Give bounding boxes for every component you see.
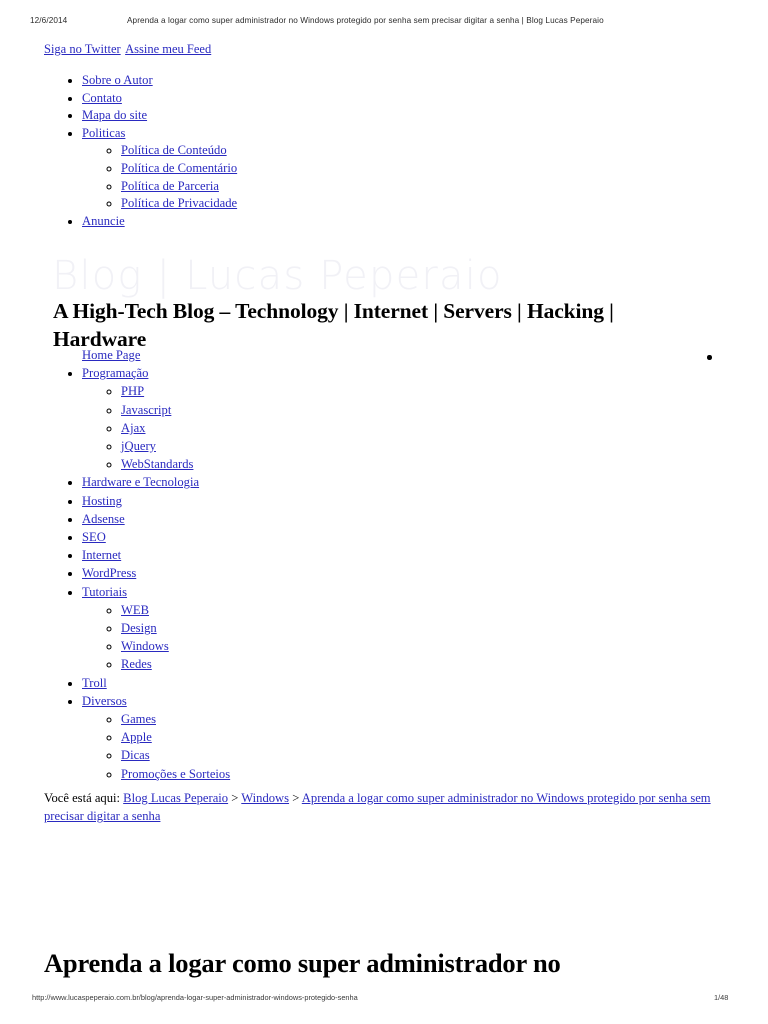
utility-nav-link[interactable]: Politicas bbox=[82, 126, 125, 140]
main-nav-subitem-design[interactable]: Design bbox=[121, 619, 230, 637]
breadcrumb-link-windows[interactable]: Windows bbox=[241, 791, 289, 805]
main-nav-sublink[interactable]: WEB bbox=[121, 603, 149, 617]
social-links-bar: Siga no Twitter Assine meu Feed bbox=[44, 42, 213, 57]
print-header-title: Aprenda a logar como super administrador… bbox=[127, 16, 604, 25]
main-nav-subitem-redes[interactable]: Redes bbox=[121, 655, 230, 673]
main-nav-sublink[interactable]: WebStandards bbox=[121, 457, 193, 471]
main-nav-sublink[interactable]: Redes bbox=[121, 657, 152, 671]
utility-nav-sublink[interactable]: Política de Comentário bbox=[121, 161, 237, 175]
main-nav-link[interactable]: Hosting bbox=[82, 494, 122, 508]
print-header: 12/6/2014 Aprenda a logar como super adm… bbox=[0, 16, 768, 30]
main-nav-link[interactable]: Internet bbox=[82, 548, 121, 562]
utility-nav-subitem-politica-de-parceria[interactable]: Política de Parceria bbox=[121, 178, 237, 196]
print-footer-url: http://www.lucaspeperaio.com.br/blog/apr… bbox=[32, 993, 358, 1002]
main-nav-link[interactable]: Adsense bbox=[82, 512, 125, 526]
utility-nav-sublink[interactable]: Política de Parceria bbox=[121, 179, 219, 193]
print-header-date: 12/6/2014 bbox=[30, 16, 68, 25]
main-nav-item-diversos[interactable]: Diversos Games Apple Dicas Promoções e S… bbox=[82, 692, 230, 783]
utility-nav: Sobre o Autor Contato Mapa do site Polit… bbox=[46, 72, 237, 230]
main-nav-item-internet[interactable]: Internet bbox=[82, 546, 230, 564]
rss-feed-link[interactable]: Assine meu Feed bbox=[125, 42, 211, 56]
utility-nav-item-anuncie[interactable]: Anuncie bbox=[82, 213, 237, 231]
main-nav: Home Page Programação PHP Javascript Aja… bbox=[46, 346, 230, 783]
main-nav-item-tutoriais[interactable]: Tutoriais WEB Design Windows Redes bbox=[82, 583, 230, 674]
main-nav-link[interactable]: Diversos bbox=[82, 694, 127, 708]
main-nav-submenu-tutoriais: WEB Design Windows Redes bbox=[82, 601, 230, 674]
print-footer-page-number: 1/48 bbox=[714, 993, 729, 1002]
breadcrumb: Você está aqui: Blog Lucas Peperaio > Wi… bbox=[44, 789, 729, 826]
utility-nav-link[interactable]: Mapa do site bbox=[82, 108, 147, 122]
main-nav-subitem-ajax[interactable]: Ajax bbox=[121, 419, 230, 437]
utility-nav-link[interactable]: Anuncie bbox=[82, 214, 125, 228]
main-nav-subitem-jquery[interactable]: jQuery bbox=[121, 437, 230, 455]
utility-nav-link[interactable]: Contato bbox=[82, 91, 122, 105]
utility-nav-item-politicas[interactable]: Politicas Política de Conteúdo Política … bbox=[82, 125, 237, 213]
main-nav-item-seo[interactable]: SEO bbox=[82, 528, 230, 546]
article-title: Aprenda a logar como super administrador… bbox=[44, 947, 561, 978]
main-nav-item-wordpress[interactable]: WordPress bbox=[82, 564, 230, 582]
utility-nav-item-contato[interactable]: Contato bbox=[82, 90, 237, 108]
breadcrumb-link-home[interactable]: Blog Lucas Peperaio bbox=[123, 791, 228, 805]
main-nav-sublink[interactable]: Apple bbox=[121, 730, 152, 744]
utility-nav-subitem-politica-de-privacidade[interactable]: Política de Privacidade bbox=[121, 195, 237, 213]
utility-nav-subitem-politica-de-comentario[interactable]: Política de Comentário bbox=[121, 160, 237, 178]
main-nav-item-programacao[interactable]: Programação PHP Javascript Ajax jQuery W… bbox=[82, 364, 230, 473]
printed-webpage: 12/6/2014 Aprenda a logar como super adm… bbox=[0, 0, 768, 1024]
utility-nav-item-mapa-do-site[interactable]: Mapa do site bbox=[82, 107, 237, 125]
main-nav-item-hosting[interactable]: Hosting bbox=[82, 492, 230, 510]
main-nav-subitem-php[interactable]: PHP bbox=[121, 382, 230, 400]
utility-nav-sublink[interactable]: Política de Privacidade bbox=[121, 196, 237, 210]
main-nav-subitem-web[interactable]: WEB bbox=[121, 601, 230, 619]
breadcrumb-prefix: Você está aqui: bbox=[44, 791, 121, 805]
main-nav-link[interactable]: Tutoriais bbox=[82, 585, 127, 599]
main-nav-subitem-javascript[interactable]: Javascript bbox=[121, 401, 230, 419]
main-nav-subitem-apple[interactable]: Apple bbox=[121, 728, 230, 746]
main-nav-subitem-dicas[interactable]: Dicas bbox=[121, 746, 230, 764]
print-footer: http://www.lucaspeperaio.com.br/blog/apr… bbox=[0, 993, 768, 1005]
main-nav-item-adsense[interactable]: Adsense bbox=[82, 510, 230, 528]
main-nav-sublink[interactable]: Design bbox=[121, 621, 157, 635]
main-nav-subitem-windows[interactable]: Windows bbox=[121, 637, 230, 655]
main-nav-sublink[interactable]: PHP bbox=[121, 384, 144, 398]
utility-nav-submenu-politicas: Política de Conteúdo Política de Comentá… bbox=[82, 142, 237, 212]
main-nav-item-home-page[interactable]: Home Page bbox=[82, 346, 230, 364]
main-nav-subitem-promocoes-e-sorteios[interactable]: Promoções e Sorteios bbox=[121, 765, 230, 783]
main-nav-link[interactable]: Programação bbox=[82, 366, 148, 380]
site-logo-watermark: Blog | Lucas Peperaio bbox=[52, 253, 503, 299]
breadcrumb-separator: > bbox=[292, 791, 300, 805]
site-tagline: A High-Tech Blog – Technology | Internet… bbox=[53, 299, 614, 351]
main-nav-link[interactable]: Troll bbox=[82, 676, 107, 690]
twitter-link[interactable]: Siga no Twitter bbox=[44, 42, 121, 56]
main-nav-submenu-programacao: PHP Javascript Ajax jQuery WebStandards bbox=[82, 382, 230, 473]
main-nav-sublink[interactable]: Dicas bbox=[121, 748, 150, 762]
main-nav-subitem-webstandards[interactable]: WebStandards bbox=[121, 455, 230, 473]
main-nav-sublink[interactable]: Windows bbox=[121, 639, 169, 653]
main-nav-sublink[interactable]: Ajax bbox=[121, 421, 145, 435]
utility-nav-sublink[interactable]: Política de Conteúdo bbox=[121, 143, 227, 157]
main-nav-link[interactable]: Hardware e Tecnologia bbox=[82, 475, 199, 489]
main-nav-link[interactable]: Home Page bbox=[82, 348, 140, 362]
main-nav-sublink[interactable]: Promoções e Sorteios bbox=[121, 767, 230, 781]
main-nav-sublink[interactable]: Javascript bbox=[121, 403, 171, 417]
utility-nav-link[interactable]: Sobre o Autor bbox=[82, 73, 153, 87]
utility-nav-subitem-politica-de-conteudo[interactable]: Política de Conteúdo bbox=[121, 142, 237, 160]
breadcrumb-separator: > bbox=[231, 791, 239, 805]
main-nav-link[interactable]: WordPress bbox=[82, 566, 136, 580]
main-nav-submenu-diversos: Games Apple Dicas Promoções e Sorteios bbox=[82, 710, 230, 783]
main-nav-link[interactable]: SEO bbox=[82, 530, 106, 544]
main-nav-sublink[interactable]: Games bbox=[121, 712, 156, 726]
utility-nav-item-sobre-o-autor[interactable]: Sobre o Autor bbox=[82, 72, 237, 90]
main-nav-sublink[interactable]: jQuery bbox=[121, 439, 156, 453]
main-nav-item-troll[interactable]: Troll bbox=[82, 674, 230, 692]
main-nav-item-hardware-e-tecnologia[interactable]: Hardware e Tecnologia bbox=[82, 473, 230, 491]
main-nav-subitem-games[interactable]: Games bbox=[121, 710, 230, 728]
